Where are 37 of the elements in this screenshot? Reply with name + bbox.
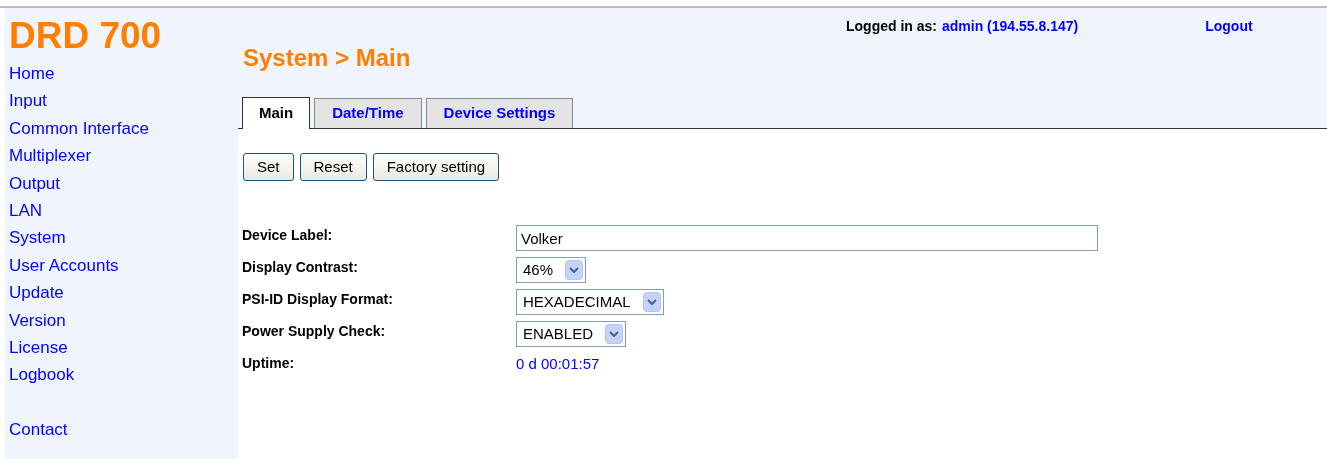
logo: DRD 700 (9, 14, 163, 58)
action-button[interactable]: Reset (299, 153, 367, 181)
dropdown[interactable]: HEXADECIMAL (516, 289, 664, 315)
sidebar-link[interactable]: Home (9, 60, 55, 88)
field-label: Power Supply Check: (242, 322, 387, 341)
caret-icon (565, 260, 584, 280)
dropdown[interactable]: 46% (516, 257, 587, 283)
sidebar-link[interactable]: Multiplexer (9, 142, 92, 170)
sidebar-link[interactable]: Logbook (9, 361, 75, 389)
action-button[interactable]: Factory setting (372, 153, 500, 181)
login-label: Logged in as: (846, 16, 937, 36)
sidebar-link[interactable]: Common Interface (9, 114, 149, 143)
sidebar-link[interactable]: User Accounts (9, 251, 119, 280)
logout-link[interactable]: Logout (1205, 15, 1253, 37)
sidebar-link[interactable]: System (9, 224, 66, 252)
sidebar-link[interactable]: Update (9, 279, 64, 307)
sidebar-link[interactable]: License (9, 334, 68, 362)
uptime-value: 0 d 00:01:57 (516, 354, 600, 374)
field-label: PSI-ID Display Format: (242, 290, 394, 309)
page-title: System > Main (243, 44, 411, 72)
tab[interactable]: Device Settings (425, 98, 574, 128)
device-label-field[interactable]: Volker (516, 225, 1098, 251)
field-label: Display Contrast: (242, 258, 359, 277)
tab[interactable]: Date/Time (314, 98, 422, 128)
sidebar-link[interactable]: Contact (9, 415, 68, 444)
dropdown[interactable]: ENABLED (516, 321, 627, 347)
logged-in-user: admin (194.55.8.147) (942, 16, 1079, 36)
sidebar-link[interactable]: Version (9, 306, 66, 335)
sidebar-link[interactable]: Output (9, 169, 61, 198)
sidebar-link[interactable]: LAN (9, 197, 43, 225)
action-button[interactable]: Set (243, 153, 294, 181)
tab[interactable]: Main (242, 97, 311, 129)
caret-icon (605, 324, 624, 344)
sidebar-link[interactable]: Input (9, 87, 47, 115)
field-label: Device Label: (242, 226, 334, 245)
field-label: Uptime: (242, 354, 296, 373)
caret-icon (642, 292, 661, 312)
